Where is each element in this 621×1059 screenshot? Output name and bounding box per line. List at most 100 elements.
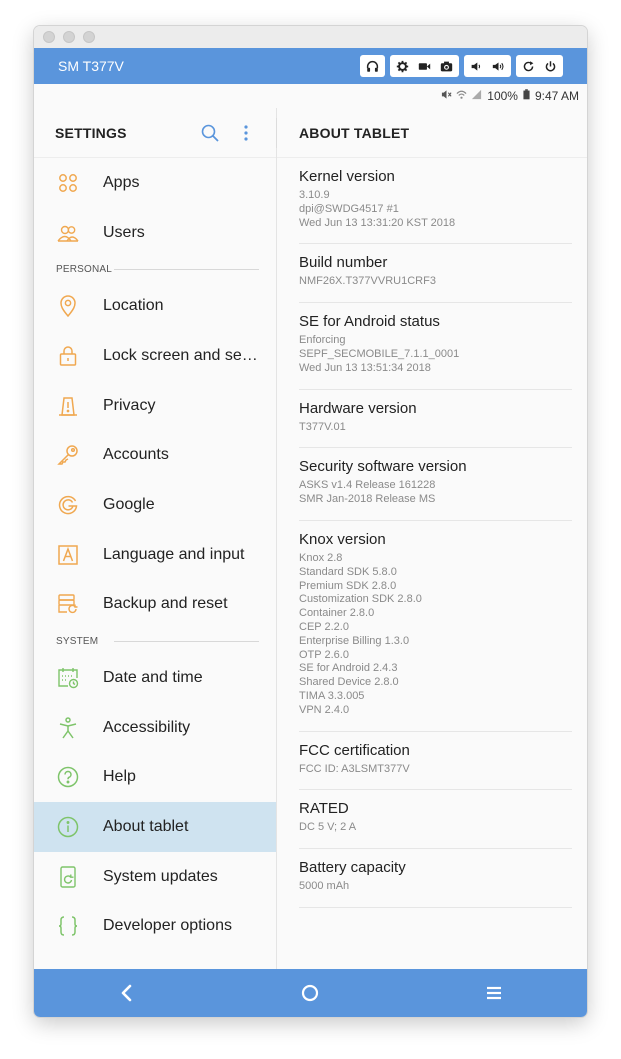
info-value: VPN 2.4.0 — [299, 703, 350, 716]
lock-icon — [56, 344, 80, 368]
audio-group — [360, 55, 385, 77]
menu-item-label: Developer options — [103, 917, 232, 935]
device-toolbar: SM T377V — [34, 48, 587, 84]
close-window-button[interactable] — [43, 31, 55, 43]
system-update-icon — [56, 865, 80, 889]
settings-title: SETTINGS — [55, 124, 127, 141]
menu-item-developer-options[interactable]: Developer options — [34, 902, 276, 952]
menu-item-help[interactable]: Help — [34, 753, 276, 803]
info-value: CEP 2.2.0 — [299, 620, 349, 633]
more-options-icon[interactable] — [240, 123, 252, 143]
battery-percent: 100% — [487, 89, 518, 103]
settings-pane: SETTINGS Apps Users PERSONAL Location Lock s… — [34, 108, 277, 969]
info-value: ASKS v1.4 Release 161228 — [299, 479, 436, 492]
section-divider — [114, 269, 259, 271]
menu-item-location[interactable]: Location — [34, 281, 276, 331]
info-item-security-software-version[interactable]: Security software version ASKS v1.4 Relea… — [299, 448, 572, 521]
info-value: FCC ID: A3LSMT377V — [299, 762, 410, 775]
menu-item-label: Location — [103, 297, 164, 315]
video-camera-icon[interactable] — [414, 56, 435, 76]
info-value: Knox 2.8 — [299, 551, 343, 564]
key-icon — [56, 443, 80, 467]
menu-item-label: Accounts — [103, 446, 169, 464]
menu-item-privacy[interactable]: Privacy — [34, 381, 276, 431]
info-value: SEPF_SECMOBILE_7.1.1_0001 — [299, 347, 460, 360]
capture-group — [390, 55, 459, 77]
info-value: OTP 2.6.0 — [299, 648, 349, 661]
settings-header: SETTINGS — [34, 108, 276, 158]
info-title: Security software version — [299, 458, 467, 476]
developer-icon — [56, 914, 80, 938]
info-item-rated[interactable]: RATED DC 5 V; 2 A — [299, 790, 572, 850]
volume-down-icon[interactable] — [466, 56, 487, 76]
menu-item-label: Backup and reset — [103, 595, 228, 613]
info-value: Enforcing — [299, 334, 346, 347]
gear-icon[interactable] — [392, 56, 413, 76]
section-header-personal: PERSONAL — [34, 257, 276, 281]
battery-icon — [523, 89, 530, 103]
info-value: 5000 mAh — [299, 880, 350, 893]
help-icon — [56, 765, 80, 789]
menu-item-language-and-input[interactable]: Language and input — [34, 530, 276, 580]
info-value: Standard SDK 5.8.0 — [299, 565, 397, 578]
power-icon[interactable] — [540, 56, 561, 76]
about-title: ABOUT TABLET — [299, 124, 410, 141]
status-bar: 100% 9:47 AM — [34, 84, 587, 108]
wifi-icon — [456, 89, 467, 103]
about-header: ABOUT TABLET — [277, 108, 587, 158]
settings-menu: Apps Users PERSONAL Location Lock screen and… — [34, 158, 276, 951]
home-icon[interactable] — [298, 981, 322, 1005]
menu-item-backup-and-reset[interactable]: Backup and reset — [34, 580, 276, 630]
menu-item-label: Apps — [103, 173, 140, 191]
title-bar — [34, 26, 587, 48]
menu-item-label: Google — [103, 495, 155, 513]
privacy-icon — [56, 394, 80, 418]
emulator-window: SM T377V 100% 9:47 AM SETTINGS Apps User… — [34, 26, 587, 1017]
volume-group — [464, 55, 511, 77]
info-item-kernel-version[interactable]: Kernel version 3.10.9 dpi@SWDG4517 #1 Wed J… — [299, 158, 572, 245]
search-icon[interactable] — [200, 123, 220, 143]
info-value: TIMA 3.3.005 — [299, 689, 365, 702]
users-icon — [56, 221, 80, 245]
info-item-se-for-android-status[interactable]: SE for Android status Enforcing SEPF_SECMO… — [299, 303, 572, 390]
volume-up-icon[interactable] — [488, 56, 509, 76]
menu-item-about-tablet[interactable]: About tablet — [34, 802, 276, 852]
minimize-window-button[interactable] — [63, 31, 75, 43]
menu-item-label: Users — [103, 223, 145, 241]
menu-item-lock-screen-and-se[interactable]: Lock screen and se… — [34, 331, 276, 381]
back-icon[interactable] — [115, 981, 139, 1005]
menu-item-label: Lock screen and se… — [103, 346, 258, 364]
info-value: 3.10.9 — [299, 189, 330, 201]
info-title: Build number — [299, 254, 388, 272]
info-title: SE for Android status — [299, 313, 440, 331]
menu-item-system-updates[interactable]: System updates — [34, 852, 276, 902]
menu-item-users[interactable]: Users — [34, 208, 276, 258]
menu-item-apps[interactable]: Apps — [34, 158, 276, 208]
menu-item-date-and-time[interactable]: Date and time — [34, 653, 276, 703]
info-value: Wed Jun 13 13:51:34 2018 — [299, 361, 431, 374]
section-label: SYSTEM — [56, 635, 99, 647]
info-item-build-number[interactable]: Build number NMF26X.T377VVRU1CRF3 — [299, 244, 572, 304]
camera-icon[interactable] — [436, 56, 457, 76]
menu-item-label: Language and input — [103, 545, 245, 563]
info-item-hardware-version[interactable]: Hardware version T377V.01 — [299, 390, 572, 449]
headphones-icon[interactable] — [362, 56, 383, 76]
menu-item-google[interactable]: Google — [34, 480, 276, 530]
rotate-icon[interactable] — [518, 56, 539, 76]
menu-item-accessibility[interactable]: Accessibility — [34, 703, 276, 753]
content-area: SETTINGS Apps Users PERSONAL Location Lock s… — [34, 108, 587, 969]
info-item-knox-version[interactable]: Knox version Knox 2.8 Standard SDK 5.8.0 Pr… — [299, 521, 572, 732]
apps-icon — [56, 171, 80, 195]
info-item-fcc-certification[interactable]: FCC certification FCC ID: A3LSMT377V — [299, 732, 572, 791]
menu-item-accounts[interactable]: Accounts — [34, 430, 276, 480]
menu-item-label: About tablet — [103, 818, 189, 836]
zoom-window-button[interactable] — [83, 31, 95, 43]
about-pane: ABOUT TABLET Kernel version 3.10.9 dpi@SWD… — [277, 108, 587, 969]
menu-item-label: Date and time — [103, 669, 203, 687]
menu-item-label: Accessibility — [103, 718, 191, 736]
info-title: Knox version — [299, 530, 386, 548]
section-label: PERSONAL — [56, 263, 113, 275]
info-item-battery-capacity[interactable]: Battery capacity 5000 mAh — [299, 849, 572, 908]
mute-icon — [441, 89, 452, 103]
recents-icon[interactable] — [482, 981, 506, 1005]
